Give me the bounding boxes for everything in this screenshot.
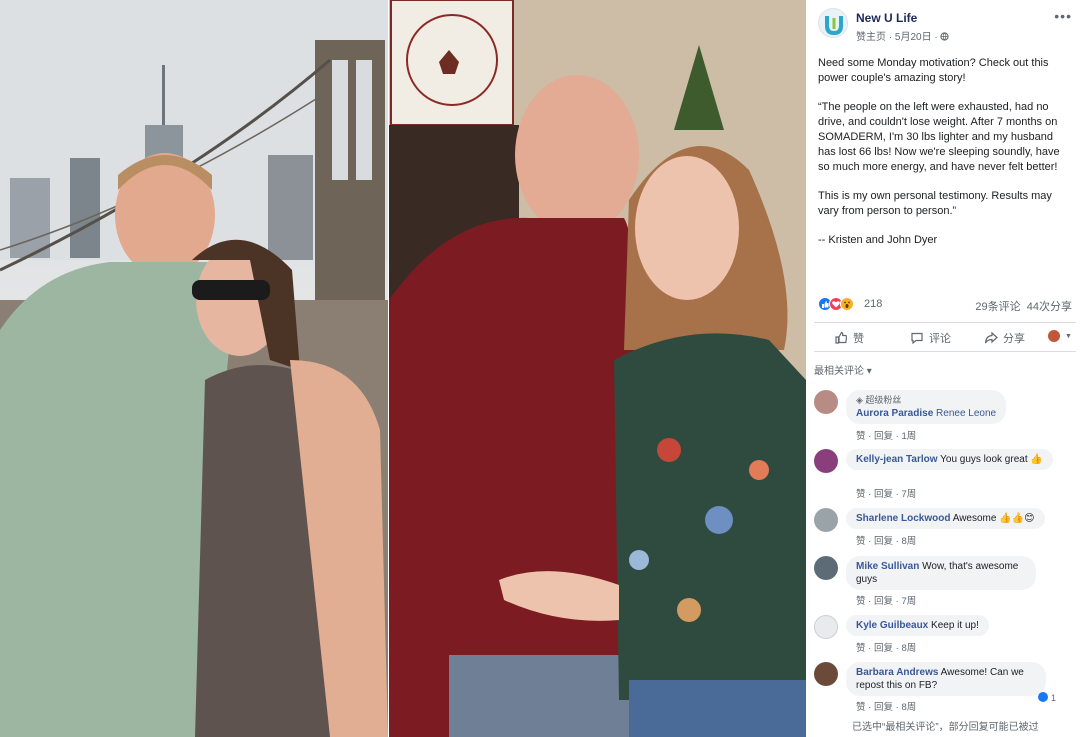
wow-reaction-icon[interactable]	[840, 297, 854, 311]
comment-time[interactable]: 1周	[901, 431, 916, 442]
comment-like-link[interactable]: 赞	[856, 431, 866, 442]
globe-icon	[940, 32, 950, 43]
comment-time[interactable]: 8周	[901, 643, 916, 654]
comment-share-stats[interactable]: 29条评论 44次分享	[975, 298, 1072, 314]
comment-like-link[interactable]: 赞	[856, 643, 866, 654]
commenter-name[interactable]: Sharlene Lockwood	[856, 513, 950, 524]
avatar[interactable]	[814, 508, 838, 532]
comment-like-link[interactable]: 赞	[856, 702, 866, 713]
comment-bubble: Barbara Andrews Awesome! Can we repost t…	[846, 662, 1046, 696]
comment-time[interactable]: 8周	[901, 702, 916, 713]
post-paragraph: Need some Monday motivation? Check out t…	[818, 57, 1049, 84]
comment-meta: 赞 · 回复 · 7周	[856, 489, 917, 500]
comment-like-link[interactable]: 赞	[856, 536, 866, 547]
page-name[interactable]: New U Life	[856, 11, 917, 25]
comment-like-count: 1	[1050, 693, 1056, 703]
comment-time[interactable]: 8周	[901, 536, 916, 547]
share-count[interactable]: 44次分享	[1027, 301, 1072, 313]
post-meta: 赞主页 · 5月20日 ·	[856, 28, 950, 43]
comment-meta: 赞 · 回复 · 8周	[856, 643, 917, 654]
before-photo	[0, 0, 388, 737]
u-logo-icon	[825, 16, 843, 36]
more-options-icon[interactable]: •••	[1054, 8, 1072, 24]
comment-text: Keep it up!	[931, 620, 979, 631]
commenter-name[interactable]: Kelly-jean Tarlow	[856, 454, 938, 465]
comment-text: Awesome 👍👍😊	[952, 513, 1035, 524]
commenter-name[interactable]: Aurora Paradise	[856, 408, 933, 419]
comment-time[interactable]: 7周	[901, 596, 916, 607]
after-photo-illustration	[389, 0, 806, 737]
comment-button[interactable]: 评论	[910, 330, 951, 346]
comment-reply-link[interactable]: 回复	[874, 643, 893, 654]
comment-meta: 赞 · 回复 · 8周	[856, 702, 917, 713]
share-label: 分享	[1003, 333, 1025, 345]
comment-bubble: Mike Sullivan Wow, that's awesome guys	[846, 556, 1036, 590]
like-button[interactable]: 赞	[834, 330, 864, 346]
post-paragraph: -- Kristen and John Dyer	[818, 234, 938, 246]
top-fan-badge: ◈ 超级粉丝	[856, 395, 902, 405]
comment-meta: 赞 · 回复 · 7周	[856, 596, 917, 607]
commenter-name[interactable]: Mike Sullivan	[856, 561, 919, 572]
comment-bubble: Kyle Guilbeaux Keep it up!	[846, 615, 989, 636]
filter-note: 已选中“最相关评论”，部分回复可能已被过	[852, 722, 1039, 733]
top-fan-label: 超级粉丝	[865, 395, 902, 405]
post-actions: 赞 评论 分享 ▼	[814, 322, 1076, 352]
comment-reply-link[interactable]: 回复	[874, 489, 893, 500]
mentioned-name[interactable]: Renee Leone	[936, 408, 996, 419]
reaction-count[interactable]: 218	[864, 298, 882, 310]
post-paragraph: “The people on the left were exhausted, …	[818, 101, 1060, 173]
comment-reply-link[interactable]: 回复	[874, 431, 893, 442]
comment-reply-link[interactable]: 回复	[874, 702, 893, 713]
after-photo	[389, 0, 806, 737]
post-text: Need some Monday motivation? Check out t…	[818, 56, 1073, 262]
reactions-bar: 218 29条评论 44次分享	[818, 296, 1072, 314]
post-paragraph: This is my own personal testimony. Resul…	[818, 190, 1052, 217]
comment-reply-link[interactable]: 回复	[874, 596, 893, 607]
reaction-picker[interactable]: ▼	[1048, 330, 1072, 342]
avatar[interactable]	[814, 390, 838, 414]
comment-count[interactable]: 29条评论	[975, 301, 1020, 313]
comment-sort[interactable]: 最相关评论 ▾	[814, 362, 872, 377]
profile-avatar-mini	[1048, 330, 1060, 342]
comment-text: You guys look great 👍	[940, 454, 1043, 465]
facebook-post: New U Life 赞主页 · 5月20日 · ••• Need some M…	[806, 0, 1080, 737]
comment-time[interactable]: 7周	[901, 489, 916, 500]
comment-bubble: ◈ 超级粉丝 Aurora Paradise Renee Leone	[846, 390, 1007, 424]
thumbs-up-icon	[835, 331, 847, 344]
share-arrow-icon	[984, 331, 998, 344]
commenter-name[interactable]: Kyle Guilbeaux	[856, 620, 928, 631]
before-photo-illustration	[0, 0, 388, 737]
post-meta-text: 赞主页 · 5月20日 ·	[856, 32, 941, 43]
post-header: New U Life 赞主页 · 5月20日 · •••	[818, 8, 1072, 43]
like-label: 赞	[853, 333, 864, 345]
comment-like-link[interactable]: 赞	[856, 596, 866, 607]
comment-bubble: Sharlene Lockwood Awesome 👍👍😊	[846, 508, 1045, 529]
chevron-down-icon: ▼	[1065, 332, 1072, 340]
comment-label: 评论	[929, 333, 951, 345]
comment-reply-link[interactable]: 回复	[874, 536, 893, 547]
comment-bubble-icon	[911, 332, 923, 345]
comment-like-badge[interactable]: 1	[1038, 692, 1056, 703]
comment-bubble: Kelly-jean Tarlow You guys look great 👍	[846, 449, 1053, 470]
avatar[interactable]	[814, 615, 838, 639]
comment-meta: 赞 · 回复 · 1周	[856, 431, 917, 442]
comment-meta: 赞 · 回复 · 8周	[856, 536, 917, 547]
avatar[interactable]	[814, 662, 838, 686]
like-reaction-icon	[1038, 692, 1049, 702]
page-logo[interactable]	[818, 8, 848, 38]
commenter-name[interactable]: Barbara Andrews	[856, 667, 938, 678]
share-button[interactable]: 分享	[984, 330, 1025, 346]
avatar[interactable]	[814, 449, 838, 473]
comment-like-link[interactable]: 赞	[856, 489, 866, 500]
avatar[interactable]	[814, 556, 838, 580]
